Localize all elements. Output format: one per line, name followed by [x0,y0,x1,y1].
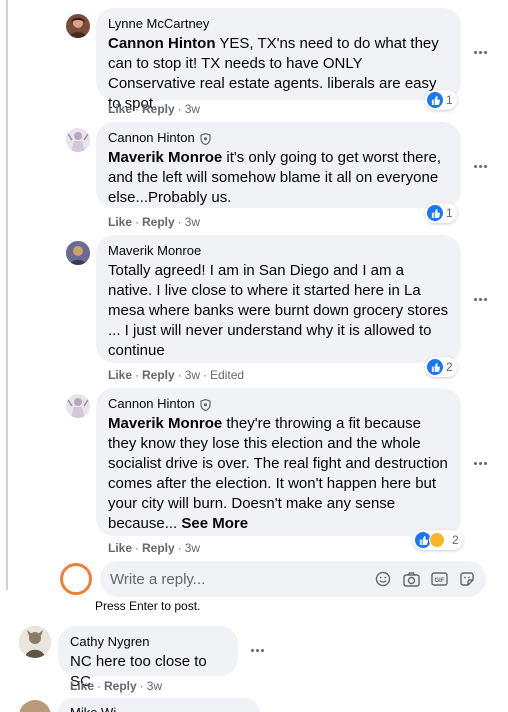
reply-button[interactable]: Reply [142,367,175,383]
comment-text: Maverik Monroe it's only going to get wo… [108,149,442,206]
avatar-next-commenter[interactable] [19,700,51,712]
comment-options-button[interactable] [468,158,492,174]
press-enter-hint: Press Enter to post. [95,599,201,613]
edited-label[interactable]: Edited [210,367,244,383]
reaction-summary[interactable]: 2 [413,530,463,550]
camera-icon[interactable] [402,570,420,588]
comment-author[interactable]: Cathy Nygren [70,633,226,650]
reply-thread-line [6,0,8,590]
comment-author[interactable]: Mike Wi [70,704,248,712]
thumbs-up-icon [427,359,443,375]
avatar-cannon-hinton[interactable] [66,394,90,418]
like-button[interactable]: Like [108,101,132,117]
mention-link[interactable]: Maverik Monroe [108,415,222,432]
current-user-avatar[interactable] [60,563,92,595]
mention-link[interactable]: Cannon Hinton [108,35,215,52]
comment-bubble: Cannon Hinton Maverik Monroe they're thr… [96,388,461,536]
reply-button[interactable]: Reply [142,214,175,230]
see-more-link[interactable]: See More [181,515,248,532]
timestamp[interactable]: 3w [185,214,200,230]
comment-bubble: Cannon Hinton Maverik Monroe it's only g… [96,122,461,208]
comment-actions: Like · Reply · 3w [108,540,201,556]
comment-options-button[interactable] [468,455,492,471]
mention-link[interactable]: Maverik Monroe [108,149,222,166]
reaction-summary[interactable]: 2 [425,357,457,377]
comment-bubble: Maverik Monroe Totally agreed! I am in S… [96,235,461,363]
thumbs-up-icon [427,205,443,221]
reaction-summary[interactable]: 1 [425,203,457,223]
comment-author[interactable]: Cannon Hinton [108,395,449,412]
comment-author[interactable]: Lynne McCartney [108,15,449,32]
top-fan-badge-icon [200,398,211,411]
reply-button[interactable]: Reply [142,540,175,556]
timestamp[interactable]: 3w [185,367,200,383]
avatar-cannon-hinton[interactable] [66,128,90,152]
comment-text: Maverik Monroe they're throwing a fit be… [108,415,448,532]
sad-reaction-icon [429,532,445,548]
comment-options-button[interactable] [245,642,269,658]
avatar-maverik-monroe[interactable] [66,241,90,265]
comment-actions: Like · Reply · 3w [108,101,201,117]
like-button[interactable]: Like [108,540,132,556]
timestamp[interactable]: 3w [147,678,162,694]
avatar-cathy-nygren[interactable] [19,626,51,658]
reply-button[interactable]: Reply [104,678,137,694]
comment-author[interactable]: Maverik Monroe [108,242,449,259]
top-fan-badge-icon [200,132,211,145]
gif-icon[interactable]: GIF [430,570,448,588]
comment-bubble: Lynne McCartney Cannon Hinton YES, TX'ns… [96,8,461,112]
timestamp[interactable]: 3w [185,540,200,556]
comment-actions: Like · Reply · 3w · Edited [108,367,245,383]
emoji-icon[interactable] [374,570,392,588]
thumbs-up-icon [427,92,443,108]
reaction-summary[interactable]: 1 [425,90,457,110]
reply-placeholder[interactable]: Write a reply... [110,571,374,588]
svg-text:GIF: GIF [434,578,444,584]
reply-input[interactable]: Write a reply... GIF [100,561,486,597]
comment-options-button[interactable] [468,291,492,307]
comment-options-button[interactable] [468,44,492,60]
reply-composer: Write a reply... GIF [58,561,488,597]
comment-bubble: Cathy Nygren NC here too close to SC [58,626,238,690]
like-button[interactable]: Like [70,678,94,694]
comment-text: Totally agreed! I am in San Diego and I … [108,262,449,359]
comment-actions: Like · Reply · 3w [108,214,201,230]
comment-actions: Like · Reply · 3w [70,678,163,694]
timestamp[interactable]: 3w [185,101,200,117]
like-button[interactable]: Like [108,214,132,230]
like-button[interactable]: Like [108,367,132,383]
reply-button[interactable]: Reply [142,101,175,117]
sticker-icon[interactable] [458,570,476,588]
avatar-lynne-mccartney[interactable] [66,14,90,38]
comment-author[interactable]: Cannon Hinton [108,129,449,146]
comment-bubble: Mike Wi [58,698,260,712]
